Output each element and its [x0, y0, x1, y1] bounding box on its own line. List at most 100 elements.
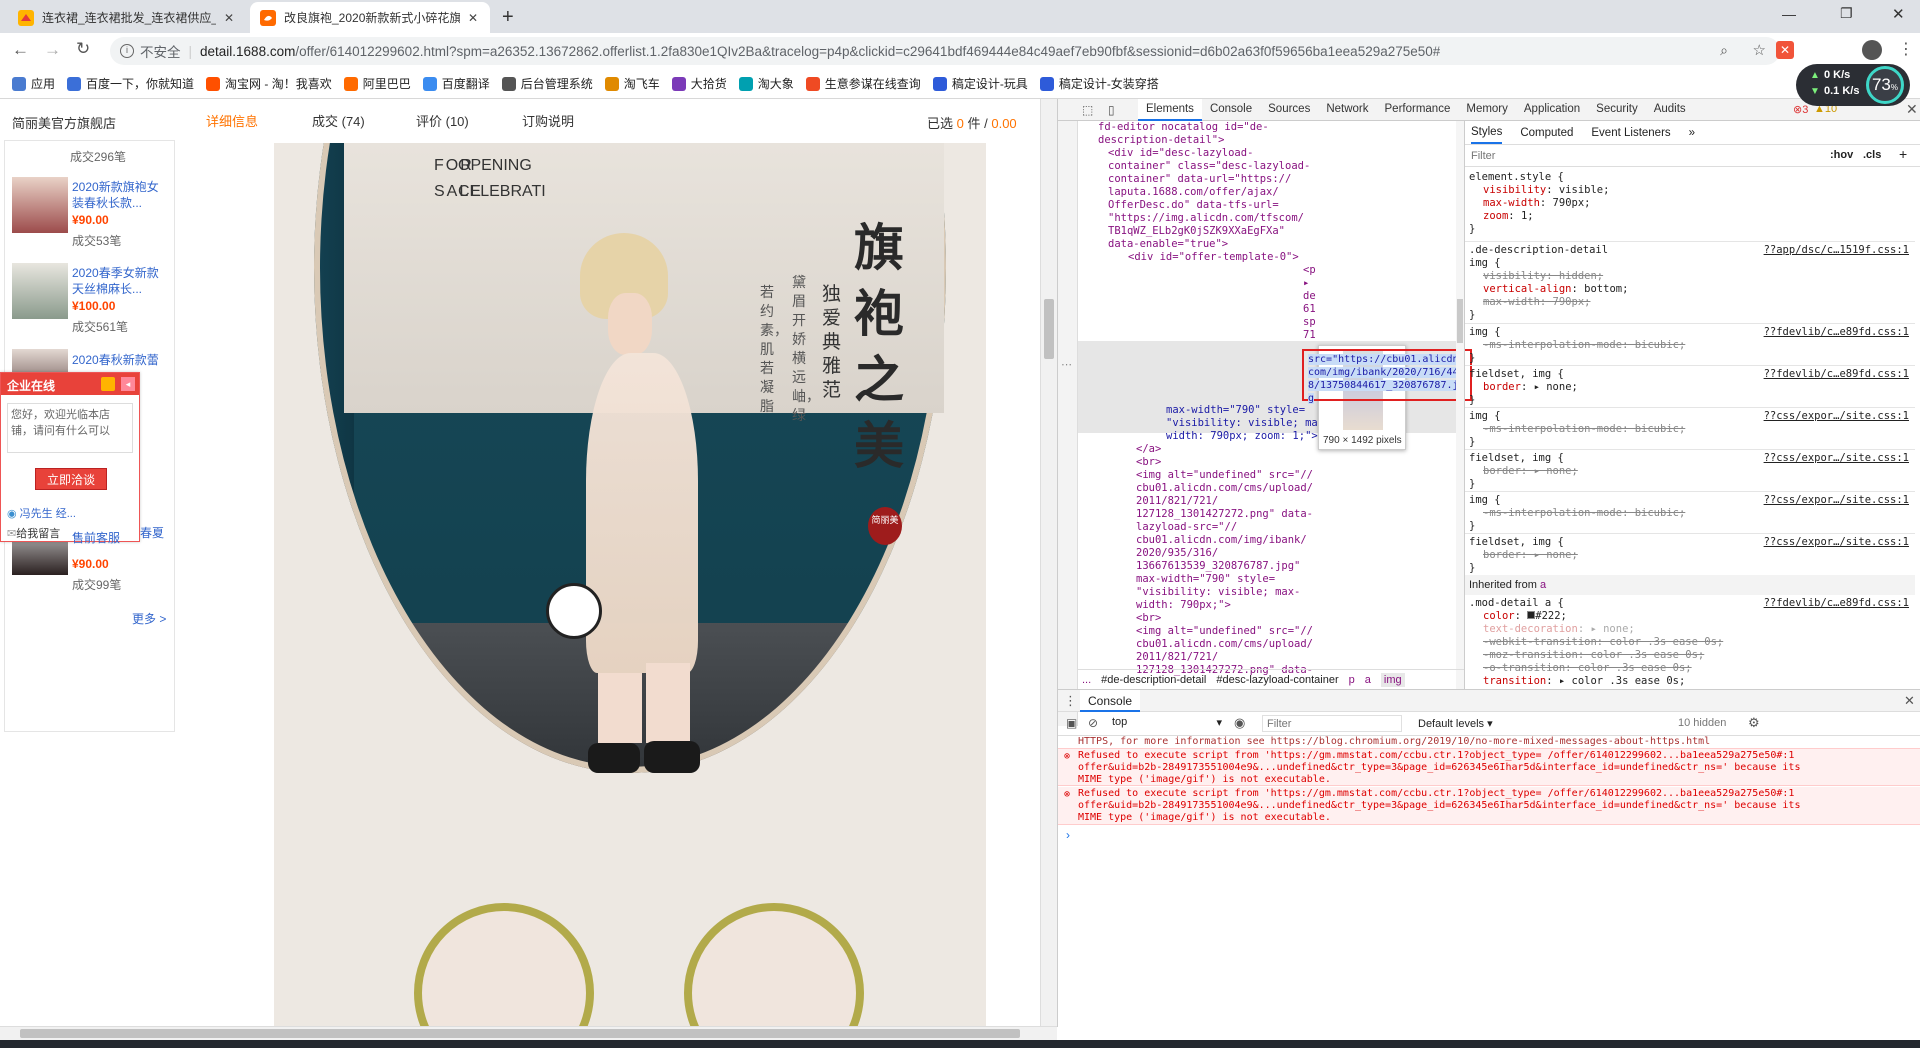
hover-toggle[interactable]: :hov — [1830, 149, 1853, 161]
dom-line[interactable]: laputa.1688.com/offer/ajax/ — [1108, 186, 1279, 198]
dom-line[interactable]: <br> — [1136, 612, 1161, 624]
breadcrumb-item[interactable]: #de-description-detail — [1101, 674, 1206, 686]
error-count[interactable]: ⊗3 — [1793, 103, 1808, 116]
devtools-tab[interactable]: Performance — [1377, 99, 1459, 121]
start-chat-button[interactable]: 立即洽谈 — [35, 468, 107, 490]
product-title[interactable]: 2020新款旗袍女装春秋长款... — [72, 179, 167, 211]
drawer-close-icon[interactable]: ✕ — [1904, 693, 1915, 709]
dom-line[interactable]: ▸ — [1303, 277, 1309, 289]
dom-line[interactable]: sp — [1303, 316, 1316, 328]
devtools-tab[interactable]: Elements — [1138, 99, 1202, 121]
address-bar[interactable]: i 不安全 | detail.1688.com /offer/614012299… — [110, 37, 1780, 65]
bookmark-item[interactable]: 稿定设计-玩具 — [932, 75, 1028, 92]
dom-line[interactable]: <br> — [1136, 456, 1161, 468]
minimize-icon[interactable]: — — [1782, 6, 1796, 22]
clear-console-icon[interactable]: ⊘ — [1088, 716, 1098, 730]
context-select[interactable]: top ▾ — [1112, 716, 1222, 729]
dom-line[interactable]: cbu01.alicdn.com/cms/upload/ — [1136, 482, 1313, 494]
detail-tab[interactable]: 详细信息 — [206, 111, 258, 130]
styles-subtab[interactable]: Event Listeners — [1591, 123, 1670, 143]
eye-icon[interactable]: ◉ — [1234, 715, 1245, 731]
drawer-tab-console[interactable]: Console — [1080, 690, 1141, 712]
bookmark-item[interactable]: 淘大象 — [738, 75, 794, 92]
dom-line[interactable]: de — [1303, 290, 1316, 302]
bookmark-item[interactable]: 稿定设计-女装穿搭 — [1039, 75, 1159, 92]
log-levels-select[interactable]: Default levels ▾ — [1418, 717, 1493, 730]
bookmark-item[interactable]: 百度翻译 — [422, 75, 490, 92]
dom-line[interactable]: "https://img.alicdn.com/tfscom/ — [1108, 212, 1304, 224]
close-window-icon[interactable]: ✕ — [1892, 5, 1905, 23]
dom-line[interactable]: </a> — [1136, 443, 1161, 455]
avatar[interactable] — [1862, 40, 1882, 60]
product-title[interactable]: 2020春季女新款天丝棉麻长... — [72, 265, 167, 297]
breadcrumb-item[interactable]: a — [1365, 674, 1371, 686]
page-horizontal-scrollbar[interactable] — [0, 1026, 1057, 1040]
dom-line[interactable]: container" class="desc-lazyload- — [1108, 160, 1310, 172]
ellipsis-icon[interactable]: ⋯ — [1061, 358, 1072, 371]
dom-line[interactable]: 2020/935/316/ — [1136, 547, 1218, 559]
devtools-tab[interactable]: Security — [1588, 99, 1646, 121]
product-title[interactable]: 2020春秋新款蕾 — [72, 351, 167, 368]
devtools-tab[interactable]: Network — [1318, 99, 1376, 121]
breadcrumb-item[interactable]: ... — [1082, 674, 1091, 686]
console-settings-icon[interactable]: ⚙ — [1748, 715, 1760, 731]
detail-tab[interactable]: 评价 (10) — [416, 111, 469, 130]
styles-subtab[interactable]: Computed — [1520, 123, 1573, 143]
detail-tab[interactable]: 成交 (74) — [312, 111, 365, 130]
dom-line[interactable]: container" data-url="https:// — [1108, 173, 1291, 185]
shop-name[interactable]: 简丽美官方旗舰店 — [12, 113, 116, 132]
devtools-close-icon[interactable]: ✕ — [1906, 101, 1918, 118]
dom-line[interactable]: data-enable="true"> — [1108, 238, 1228, 250]
breadcrumb-item[interactable]: p — [1349, 674, 1355, 686]
bookmark-item[interactable]: 后台管理系统 — [501, 75, 593, 92]
dom-line[interactable]: description-detail"> — [1098, 134, 1224, 146]
dom-line[interactable]: fd-editor nocatalog id="de- — [1098, 121, 1269, 133]
dom-line[interactable]: 2011/821/721/ — [1136, 651, 1218, 663]
dom-line[interactable]: TB1qWZ_ELb2gK0jSZK9XXaEgFXa" — [1108, 225, 1285, 237]
new-tab-button[interactable]: + — [502, 6, 514, 29]
dom-line[interactable]: max-width="790" style= — [1166, 404, 1305, 416]
menu-icon[interactable]: ⋮ — [1898, 39, 1914, 59]
browser-tab-0[interactable]: 连衣裙_连衣裙批发_连衣裙供应_ ✕ — [8, 2, 246, 33]
more-tabs-icon[interactable]: » — [1689, 127, 1695, 139]
dom-line[interactable]: cbu01.alicdn.com/cms/upload/ — [1136, 638, 1313, 650]
dom-line[interactable]: max-width="790" style= — [1136, 573, 1275, 585]
styles-filter-input[interactable] — [1471, 148, 1671, 164]
class-toggle[interactable]: .cls — [1863, 149, 1881, 161]
product-title[interactable]: 春夏 — [140, 524, 164, 541]
inspect-icon[interactable]: ⬚ — [1082, 103, 1093, 117]
dom-line[interactable]: <img alt="undefined" src="// — [1136, 469, 1313, 481]
bookmark-item[interactable]: 淘飞车 — [604, 75, 660, 92]
dom-line[interactable]: 127128_1301427272.png" data- — [1136, 508, 1313, 520]
dom-line[interactable]: cbu01.alicdn.com/img/ibank/ — [1136, 534, 1307, 546]
product-thumbnail[interactable] — [12, 263, 68, 319]
dom-line[interactable]: 61 — [1303, 303, 1316, 315]
dom-line[interactable]: 2011/821/721/ — [1136, 495, 1218, 507]
forward-icon[interactable]: → — [44, 40, 61, 60]
dom-line[interactable]: OfferDesc.do" data-tfs-url= — [1108, 199, 1279, 211]
console-filter-input[interactable] — [1262, 715, 1402, 732]
breadcrumb-item[interactable]: #desc-lazyload-container — [1216, 674, 1338, 686]
leave-message-link[interactable]: ✉给我留言 — [7, 525, 60, 541]
breadcrumb-item[interactable]: img — [1380, 672, 1405, 687]
bookmark-item[interactable]: 应用 — [12, 75, 55, 92]
dom-line[interactable]: width: 790px;"> — [1136, 599, 1231, 611]
browser-tab-1[interactable]: 改良旗袍_2020新款新式小碎花旗 ✕ — [250, 2, 490, 33]
page-vertical-scrollbar[interactable] — [1040, 99, 1057, 1027]
more-link[interactable]: 更多 > — [132, 610, 166, 627]
bookmark-star-icon[interactable]: ☆ — [1753, 41, 1766, 59]
dom-line[interactable]: 71 — [1303, 329, 1316, 341]
dom-line[interactable]: <div id="desc-lazyload- — [1108, 147, 1253, 159]
dom-line[interactable]: <p — [1303, 264, 1316, 276]
collapse-icon[interactable]: ◂ — [121, 377, 135, 391]
back-icon[interactable]: ← — [12, 40, 29, 60]
drawer-menu-icon[interactable]: ⋮ — [1064, 693, 1077, 709]
dom-line[interactable]: <div id="offer-template-0"> — [1128, 251, 1299, 263]
devtools-tab[interactable]: Sources — [1260, 99, 1318, 121]
close-tab-icon[interactable]: ✕ — [222, 11, 236, 25]
maximize-icon[interactable]: ❐ — [1840, 5, 1853, 22]
sidebar-toggle-icon[interactable]: ▣ — [1066, 716, 1077, 730]
dom-line[interactable]: lazyload-src="// — [1136, 521, 1237, 533]
bookmark-item[interactable]: 百度一下，你就知道 — [67, 75, 194, 92]
console-prompt[interactable]: › — [1066, 828, 1070, 842]
